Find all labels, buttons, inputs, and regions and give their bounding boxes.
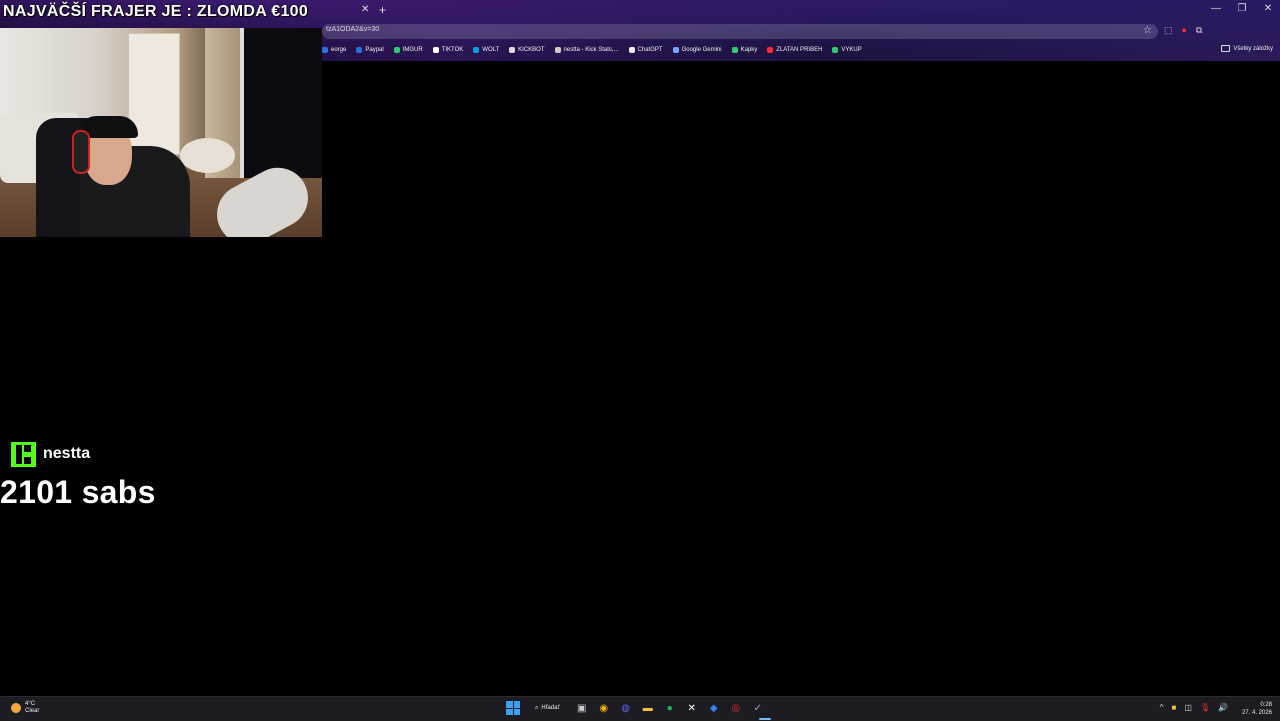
close-window-icon[interactable]: ✕ xyxy=(1262,3,1274,14)
extensions-puzzle-icon[interactable]: ⧉ xyxy=(1196,25,1202,36)
bookmark-label: WOLT xyxy=(482,47,500,53)
chevron-up-icon[interactable]: ^ xyxy=(1160,703,1164,712)
bookmark-item[interactable]: Kapky xyxy=(731,47,758,53)
bookmark-item[interactable]: VYKUP xyxy=(832,47,862,53)
taskbar-apps: ⌕ Hľadať ▣ ◉ ◍ ▬ ● ✕ ◆ ◎ ✓ xyxy=(505,700,766,716)
bookmark-label: nestta - Kick Stats,... xyxy=(563,47,619,53)
windows-icon xyxy=(506,701,520,715)
app-icon[interactable]: ◆ xyxy=(706,700,722,716)
address-bar[interactable]: tzA1ODA2&v=30 ☆ xyxy=(322,24,1158,39)
headset-icon xyxy=(72,130,90,174)
bookmark-item[interactable]: WOLT xyxy=(473,47,499,53)
stream-title: NAJVÄČŠÍ FRAJER JE : ZLOMDA €100 xyxy=(3,3,309,20)
start-button[interactable] xyxy=(505,700,521,716)
bookmark-label: KICKBOT xyxy=(518,47,545,53)
kick-logo-icon xyxy=(11,442,36,467)
steam-icon[interactable]: ✓ xyxy=(750,700,766,716)
bookmark-favicon-icon xyxy=(672,47,679,53)
clock-date: 27. 4. 2026 xyxy=(1241,710,1272,716)
microphone-icon[interactable]: 🎙 xyxy=(1200,703,1210,712)
chrome-icon[interactable]: ◉ xyxy=(596,700,612,716)
discord-icon[interactable]: ◍ xyxy=(618,700,634,716)
adblock-icon[interactable]: ● xyxy=(1182,25,1187,36)
bookmark-item[interactable]: ChatGPT xyxy=(628,47,663,53)
bookmark-favicon-icon xyxy=(554,47,561,53)
bookmark-item[interactable]: KICKBOT xyxy=(509,47,545,53)
weather-desc: Clear xyxy=(25,708,40,714)
bookmark-label: VYKUP xyxy=(841,47,862,53)
bookmark-favicon-icon xyxy=(832,47,839,53)
bookmark-item[interactable]: Paypal xyxy=(356,47,384,53)
bookmark-favicon-icon xyxy=(473,47,480,53)
bookmark-label: ZLATAN PRIBEH xyxy=(776,47,823,53)
bookmarks-bar: eorge Paypal IMGUR TIKTOK WOLT KICKBOT nestta … xyxy=(322,44,862,56)
bookmark-label: IMGUR xyxy=(402,47,423,53)
channel-name: nestta xyxy=(43,445,91,462)
bookmark-favicon-icon xyxy=(356,47,363,53)
chrome-alt-icon[interactable]: ◎ xyxy=(728,700,744,716)
capcut-icon[interactable]: ✕ xyxy=(684,700,700,716)
bookmark-favicon-icon xyxy=(432,47,439,53)
search-icon: ⌕ xyxy=(535,704,539,711)
bookmark-item[interactable]: Google Gemini xyxy=(672,47,722,53)
file-explorer-icon[interactable]: ▬ xyxy=(640,700,656,716)
bookmark-item[interactable]: IMGUR xyxy=(393,47,423,53)
bookmark-favicon-icon xyxy=(509,47,516,53)
bookmark-favicon-icon xyxy=(322,47,328,53)
taskbar: 4°C Clear ⌕ Hľadať ▣ ◉ ◍ ▬ ● ✕ ◆ ◎ ✓ ^ ■… xyxy=(0,696,1280,721)
clock-time: 0:28 xyxy=(1260,702,1272,708)
webcam-feed xyxy=(0,28,322,237)
bookmark-item[interactable]: TIKTOK xyxy=(432,47,464,53)
task-view-icon[interactable]: ▣ xyxy=(574,700,590,716)
tray-app-icon[interactable]: ■ xyxy=(1171,703,1176,712)
bookmark-label: ChatGPT xyxy=(637,47,663,53)
window-controls: — ❐ ✕ xyxy=(1210,3,1274,14)
bookmark-favicon-icon xyxy=(628,47,635,53)
weather-temp: 4°C xyxy=(25,701,36,707)
bookmark-label: eorge xyxy=(331,47,347,53)
all-bookmarks-label: Všetky záložky xyxy=(1233,45,1273,52)
bookmark-label: Kapky xyxy=(740,47,758,53)
bookmark-item[interactable]: ZLATAN PRIBEH xyxy=(767,47,822,53)
webcam-beanbag xyxy=(180,138,235,173)
extension-icons: ⬚ ● ⧉ xyxy=(1164,25,1202,36)
weather-widget[interactable]: 4°C Clear xyxy=(11,701,39,715)
url-text: tzA1ODA2&v=30 xyxy=(326,26,380,33)
bookmark-star-icon[interactable]: ☆ xyxy=(1143,25,1152,36)
bookmark-favicon-icon xyxy=(393,47,400,53)
tab-close-icon[interactable]: ✕ xyxy=(361,4,369,15)
search-label: Hľadať xyxy=(541,705,560,711)
weather-icon xyxy=(11,703,21,713)
bookmark-label: Paypal xyxy=(365,47,384,53)
taskbar-search[interactable]: ⌕ Hľadať xyxy=(527,700,568,716)
speaker-icon[interactable]: 🔊 xyxy=(1218,703,1228,712)
system-tray: ^ ■ ◫ 🎙 🔊 xyxy=(1160,703,1228,712)
minimize-icon[interactable]: — xyxy=(1210,3,1222,14)
network-icon[interactable]: ◫ xyxy=(1184,703,1192,712)
system-clock[interactable]: 0:28 27. 4. 2026 xyxy=(1242,701,1272,717)
spotify-icon[interactable]: ● xyxy=(662,700,678,716)
bookmark-favicon-icon xyxy=(731,47,738,53)
folder-icon xyxy=(1221,45,1231,52)
webcam-window xyxy=(240,28,322,178)
bookmark-item[interactable]: nestta - Kick Stats,... xyxy=(554,47,619,53)
bookmark-item[interactable]: eorge xyxy=(322,47,346,53)
new-tab-icon[interactable]: + xyxy=(379,3,386,17)
bookmark-favicon-icon xyxy=(767,47,774,53)
extension-icon[interactable]: ⬚ xyxy=(1164,25,1173,36)
subs-counter: 2101 sabs xyxy=(0,474,156,510)
maximize-icon[interactable]: ❐ xyxy=(1236,3,1248,14)
bookmark-label: TIKTOK xyxy=(441,47,464,53)
bookmark-label: Google Gemini xyxy=(681,47,722,53)
all-bookmarks-button[interactable]: Všetky záložky xyxy=(1221,45,1273,52)
